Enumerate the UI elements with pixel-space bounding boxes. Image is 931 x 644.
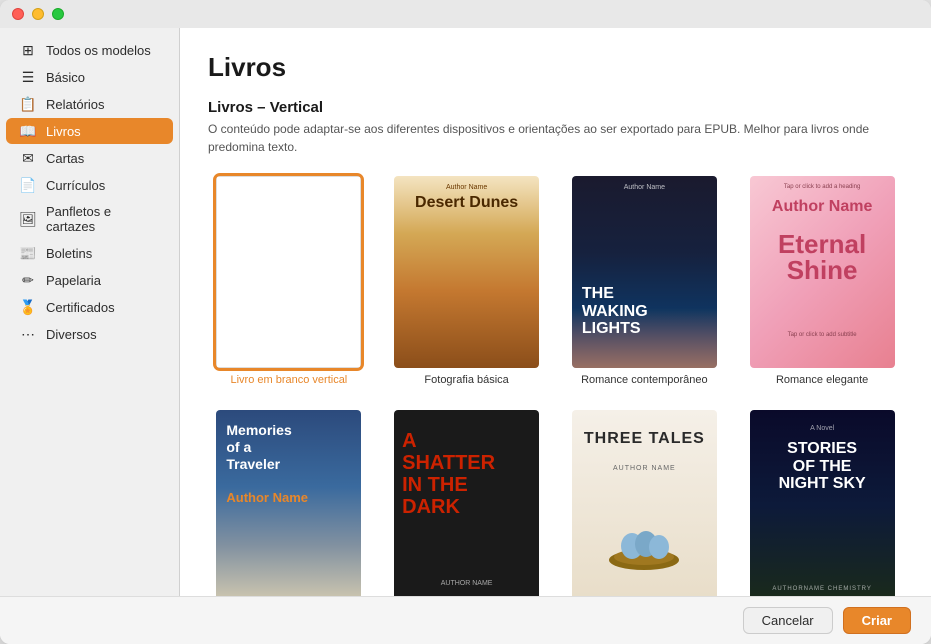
sidebar-item-livros-label: Livros xyxy=(46,124,81,139)
template-eternal-label: Romance elegante xyxy=(776,374,868,386)
blank-cover-bg xyxy=(216,176,361,368)
cancel-button[interactable]: Cancelar xyxy=(743,607,833,634)
eternal-title: EternalShine xyxy=(750,231,895,283)
sidebar-item-relatorios[interactable]: 📋 Relatórios xyxy=(6,91,173,117)
sidebar-item-cartas[interactable]: ✉ Cartas xyxy=(6,145,173,171)
cover-desert-dunes: Author Name Desert Dunes xyxy=(394,176,539,368)
certificate-icon: 🏅 xyxy=(20,299,36,315)
sidebar-item-todos-label: Todos os modelos xyxy=(46,43,151,58)
stories-author: AUTHORNAME CHEMISTRY xyxy=(750,586,895,592)
main-content: ⊞ Todos os modelos ☰ Básico 📋 Relatórios… xyxy=(0,28,931,596)
page-title: Livros xyxy=(208,52,903,83)
eternal-top-text: Tap or click to add a heading xyxy=(750,184,895,190)
memories-author: Author Name xyxy=(226,490,308,505)
desert-title: Desert Dunes xyxy=(394,194,539,212)
cover-shatter: ASHATTERIN THEDARK AUTHOR NAME xyxy=(394,410,539,596)
sidebar-item-papelaria[interactable]: ✏ Papelaria xyxy=(6,267,173,293)
letter-icon: ✉ xyxy=(20,150,36,166)
sidebar-item-boletins[interactable]: 📰 Boletins xyxy=(6,240,173,266)
template-desert-dunes[interactable]: Author Name Desert Dunes Fotografia bási… xyxy=(386,176,548,386)
eternal-cover-bg: Tap or click to add a heading Author Nam… xyxy=(750,176,895,368)
sidebar-item-panfletos-label: Panfletos e cartazes xyxy=(46,204,159,234)
sidebar-item-basico[interactable]: ☰ Básico xyxy=(6,64,173,90)
main-panel: Livros Livros – Vertical O conteúdo pode… xyxy=(180,28,931,596)
cover-stories: A Novel STORIESOF THENIGHT SKY AUTHORNAM… xyxy=(750,410,895,596)
shatter-title: ASHATTERIN THEDARK xyxy=(402,430,495,518)
cover-memories: Memoriesof aTraveler Author Name xyxy=(216,410,361,596)
section-title: Livros – Vertical xyxy=(208,99,903,116)
template-three-tales[interactable]: THREE TALES AUTHOR NAME xyxy=(564,410,726,596)
sidebar-item-relatorios-label: Relatórios xyxy=(46,97,105,112)
sidebar-item-certificados-label: Certificados xyxy=(46,300,115,315)
template-desert-label: Fotografia básica xyxy=(424,374,508,386)
template-shatter[interactable]: ASHATTERIN THEDARK AUTHOR NAME Romance a… xyxy=(386,410,548,596)
footer: Cancelar Criar xyxy=(0,596,931,644)
shatter-author: AUTHOR NAME xyxy=(394,580,539,587)
image-icon: 🖼 xyxy=(20,211,36,227)
sidebar-item-panfletos[interactable]: 🖼 Panfletos e cartazes xyxy=(6,199,173,239)
sidebar-item-curriculos-label: Currículos xyxy=(46,178,105,193)
sidebar-item-todos[interactable]: ⊞ Todos os modelos xyxy=(6,37,173,63)
newsletter-icon: 📰 xyxy=(20,245,36,261)
waking-author: Author Name xyxy=(572,184,717,191)
sidebar: ⊞ Todos os modelos ☰ Básico 📋 Relatórios… xyxy=(0,28,180,596)
stories-title: STORIESOF THENIGHT SKY xyxy=(750,440,895,493)
templates-row1: Livro em branco vertical Author Name Des… xyxy=(208,176,903,386)
misc-icon: ⋯ xyxy=(20,326,36,342)
sidebar-item-livros[interactable]: 📖 Livros xyxy=(6,118,173,144)
cover-three-tales: THREE TALES AUTHOR NAME xyxy=(572,410,717,596)
app-window: ⊞ Todos os modelos ☰ Básico 📋 Relatórios… xyxy=(0,0,931,644)
sidebar-item-cartas-label: Cartas xyxy=(46,151,84,166)
shatter-cover-bg: ASHATTERIN THEDARK AUTHOR NAME xyxy=(394,410,539,596)
cover-blank-vertical xyxy=(216,176,361,368)
waking-cover-bg: Author Name THEWAKINGLIGHTS xyxy=(572,176,717,368)
grid-icon: ⊞ xyxy=(20,42,36,58)
three-tales-author: AUTHOR NAME xyxy=(572,465,717,472)
relatorios-icon: 📋 xyxy=(20,96,36,112)
close-button[interactable] xyxy=(12,8,24,20)
maximize-button[interactable] xyxy=(52,8,64,20)
doc-icon: ☰ xyxy=(20,69,36,85)
eternal-sub: Tap or click to add subtitle xyxy=(750,332,895,338)
template-blank-vertical-label: Livro em branco vertical xyxy=(230,374,347,386)
minimize-button[interactable] xyxy=(32,8,44,20)
three-tales-title: THREE TALES xyxy=(572,430,717,448)
desert-author: Author Name xyxy=(394,184,539,191)
memories-title: Memoriesof aTraveler xyxy=(226,422,291,472)
sidebar-item-diversos[interactable]: ⋯ Diversos xyxy=(6,321,173,347)
three-tales-cover-bg: THREE TALES AUTHOR NAME xyxy=(572,410,717,596)
nest-svg xyxy=(604,502,684,572)
paper-icon: ✏ xyxy=(20,272,36,288)
sidebar-item-basico-label: Básico xyxy=(46,70,85,85)
template-waking-label: Romance contemporâneo xyxy=(581,374,708,386)
section-desc: O conteúdo pode adaptar-se aos diferente… xyxy=(208,120,888,156)
sidebar-item-certificados[interactable]: 🏅 Certificados xyxy=(6,294,173,320)
cover-eternal-shine: Tap or click to add a heading Author Nam… xyxy=(750,176,895,368)
stories-cover-bg: A Novel STORIESOF THENIGHT SKY AUTHORNAM… xyxy=(750,410,895,596)
create-button[interactable]: Criar xyxy=(843,607,911,634)
templates-row2: Memoriesof aTraveler Author Name Romance… xyxy=(208,410,903,596)
memories-cover-bg: Memoriesof aTraveler Author Name xyxy=(216,410,361,596)
stories-novel: A Novel xyxy=(750,425,895,432)
cover-waking-lights: Author Name THEWAKINGLIGHTS xyxy=(572,176,717,368)
cv-icon: 📄 xyxy=(20,177,36,193)
sidebar-item-diversos-label: Diversos xyxy=(46,327,97,342)
sidebar-item-boletins-label: Boletins xyxy=(46,246,92,261)
eternal-author: Author Name xyxy=(750,198,895,216)
template-memories[interactable]: Memoriesof aTraveler Author Name Romance… xyxy=(208,410,370,596)
sidebar-item-papelaria-label: Papelaria xyxy=(46,273,101,288)
desert-cover-bg: Author Name Desert Dunes xyxy=(394,176,539,368)
template-stories[interactable]: A Novel STORIESOF THENIGHT SKY AUTHORNAM… xyxy=(741,410,903,596)
waking-title: THEWAKINGLIGHTS xyxy=(582,285,648,338)
sidebar-item-curriculos[interactable]: 📄 Currículos xyxy=(6,172,173,198)
three-tales-nest xyxy=(604,502,684,582)
template-eternal-shine[interactable]: Tap or click to add a heading Author Nam… xyxy=(741,176,903,386)
template-blank-vertical[interactable]: Livro em branco vertical xyxy=(208,176,370,386)
template-waking-lights[interactable]: Author Name THEWAKINGLIGHTS Romance cont… xyxy=(564,176,726,386)
book-icon: 📖 xyxy=(20,123,36,139)
titlebar xyxy=(0,0,931,28)
